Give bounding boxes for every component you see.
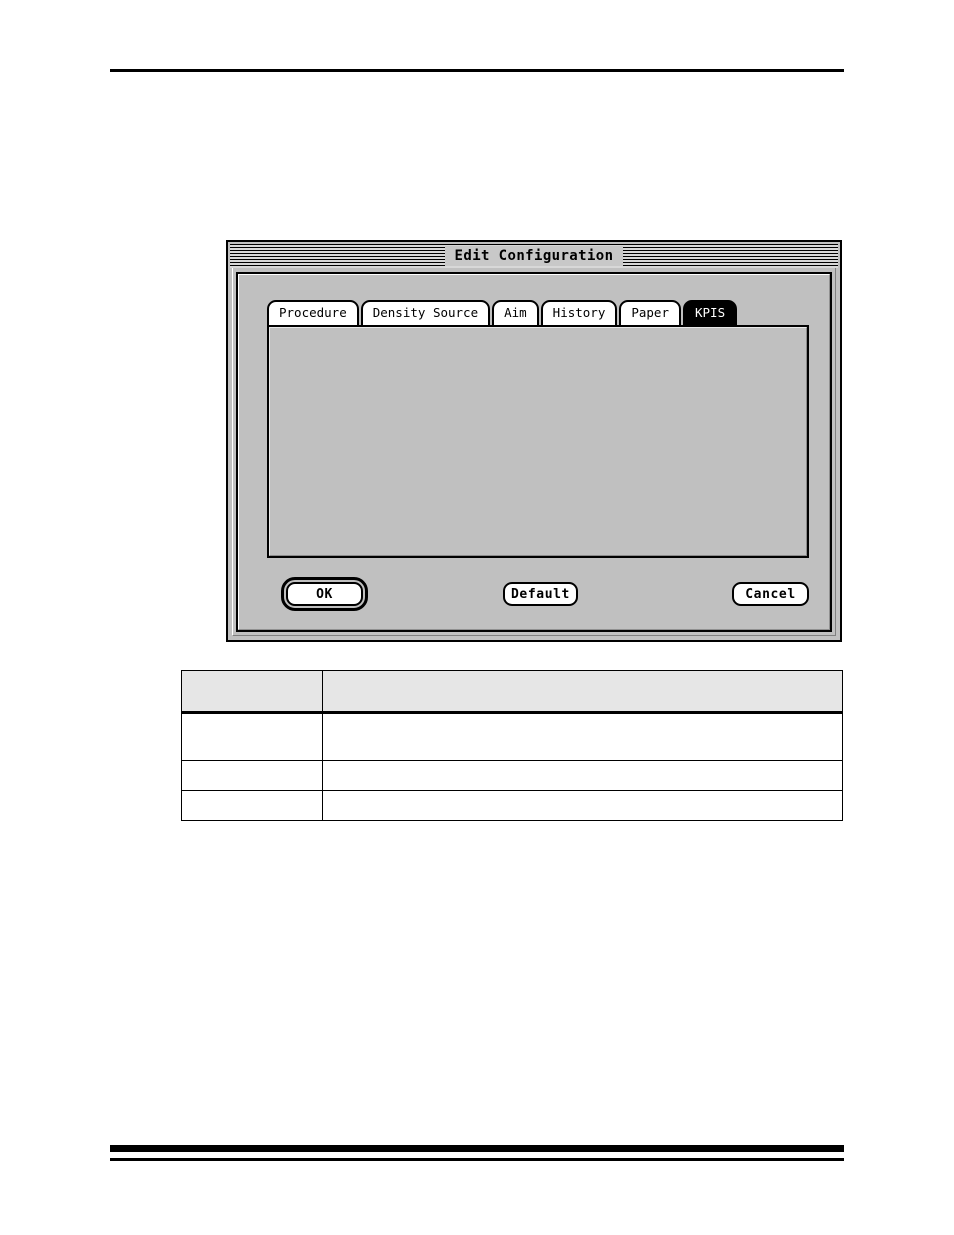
kpis-tab-panel [267,325,809,558]
table-cell-description [322,790,843,821]
tab-procedure[interactable]: Procedure [267,300,359,327]
tab-paper-label: Paper [631,304,669,320]
dialog-title: Edit Configuration [444,246,624,266]
page-footer-rule-thick [110,1145,844,1152]
default-button[interactable]: Default [503,582,578,606]
configuration-tabs: Procedure Density Source Aim History Pap… [267,300,738,327]
table-header-cell-1 [181,670,323,714]
tab-density-source[interactable]: Density Source [360,300,491,327]
table-row [181,712,843,761]
tab-aim-label: Aim [504,304,527,320]
tab-history[interactable]: History [540,300,618,327]
tab-paper[interactable]: Paper [619,300,681,327]
table-row [181,760,843,791]
tab-aim[interactable]: Aim [492,300,539,327]
tab-kpis-label: KPIS [695,304,726,320]
table-cell-label [181,712,323,761]
tab-procedure-label: Procedure [279,304,347,320]
table-header-row [181,670,843,714]
table-cell-description [322,760,843,791]
page-header-rule [110,69,844,72]
ok-button[interactable]: OK [286,582,363,606]
dialog-titlebar[interactable]: Edit Configuration [230,244,838,268]
table-cell-label [181,760,323,791]
table-header-cell-2 [322,670,843,714]
tab-kpis[interactable]: KPIS [683,300,738,327]
tab-density-source-label: Density Source [372,304,479,320]
tab-history-label: History [552,304,606,320]
cancel-button[interactable]: Cancel [732,582,809,606]
field-description-table [181,670,843,821]
table-cell-description [322,712,843,761]
page-footer-rule-thin [110,1158,844,1161]
dialog-content-area: Procedure Density Source Aim History Pap… [236,272,832,632]
table-row [181,790,843,821]
table-cell-label [181,790,323,821]
edit-configuration-dialog: Edit Configuration Procedure Density Sou… [226,240,842,642]
